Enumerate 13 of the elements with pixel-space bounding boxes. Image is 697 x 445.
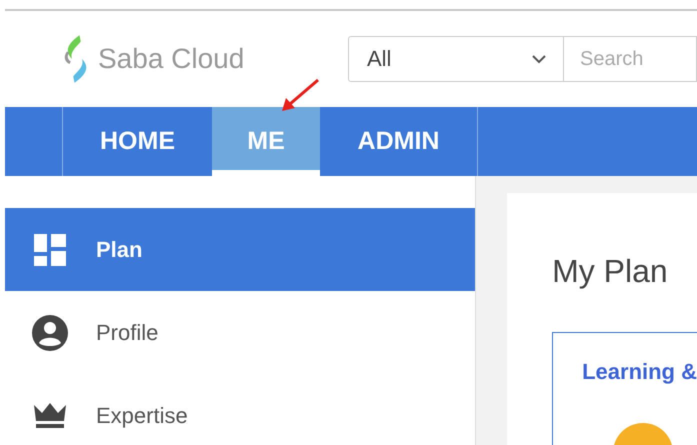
account-icon (32, 314, 68, 350)
nav-tab[interactable]: ME (212, 107, 320, 176)
dashboard-icon (32, 234, 68, 266)
search-field[interactable]: Search (564, 36, 697, 82)
chevron-down-icon (531, 54, 547, 64)
logo-text: Saba Cloud (98, 43, 244, 75)
card-title: Learning & (582, 359, 697, 385)
sidebar-item[interactable]: Plan (5, 208, 476, 291)
scope-dropdown[interactable]: All (348, 36, 564, 82)
page-title: My Plan (552, 253, 669, 290)
sidebar-item[interactable]: Expertise (5, 374, 476, 445)
sidebar-item[interactable]: Profile (5, 291, 476, 374)
crown-icon (32, 402, 68, 428)
